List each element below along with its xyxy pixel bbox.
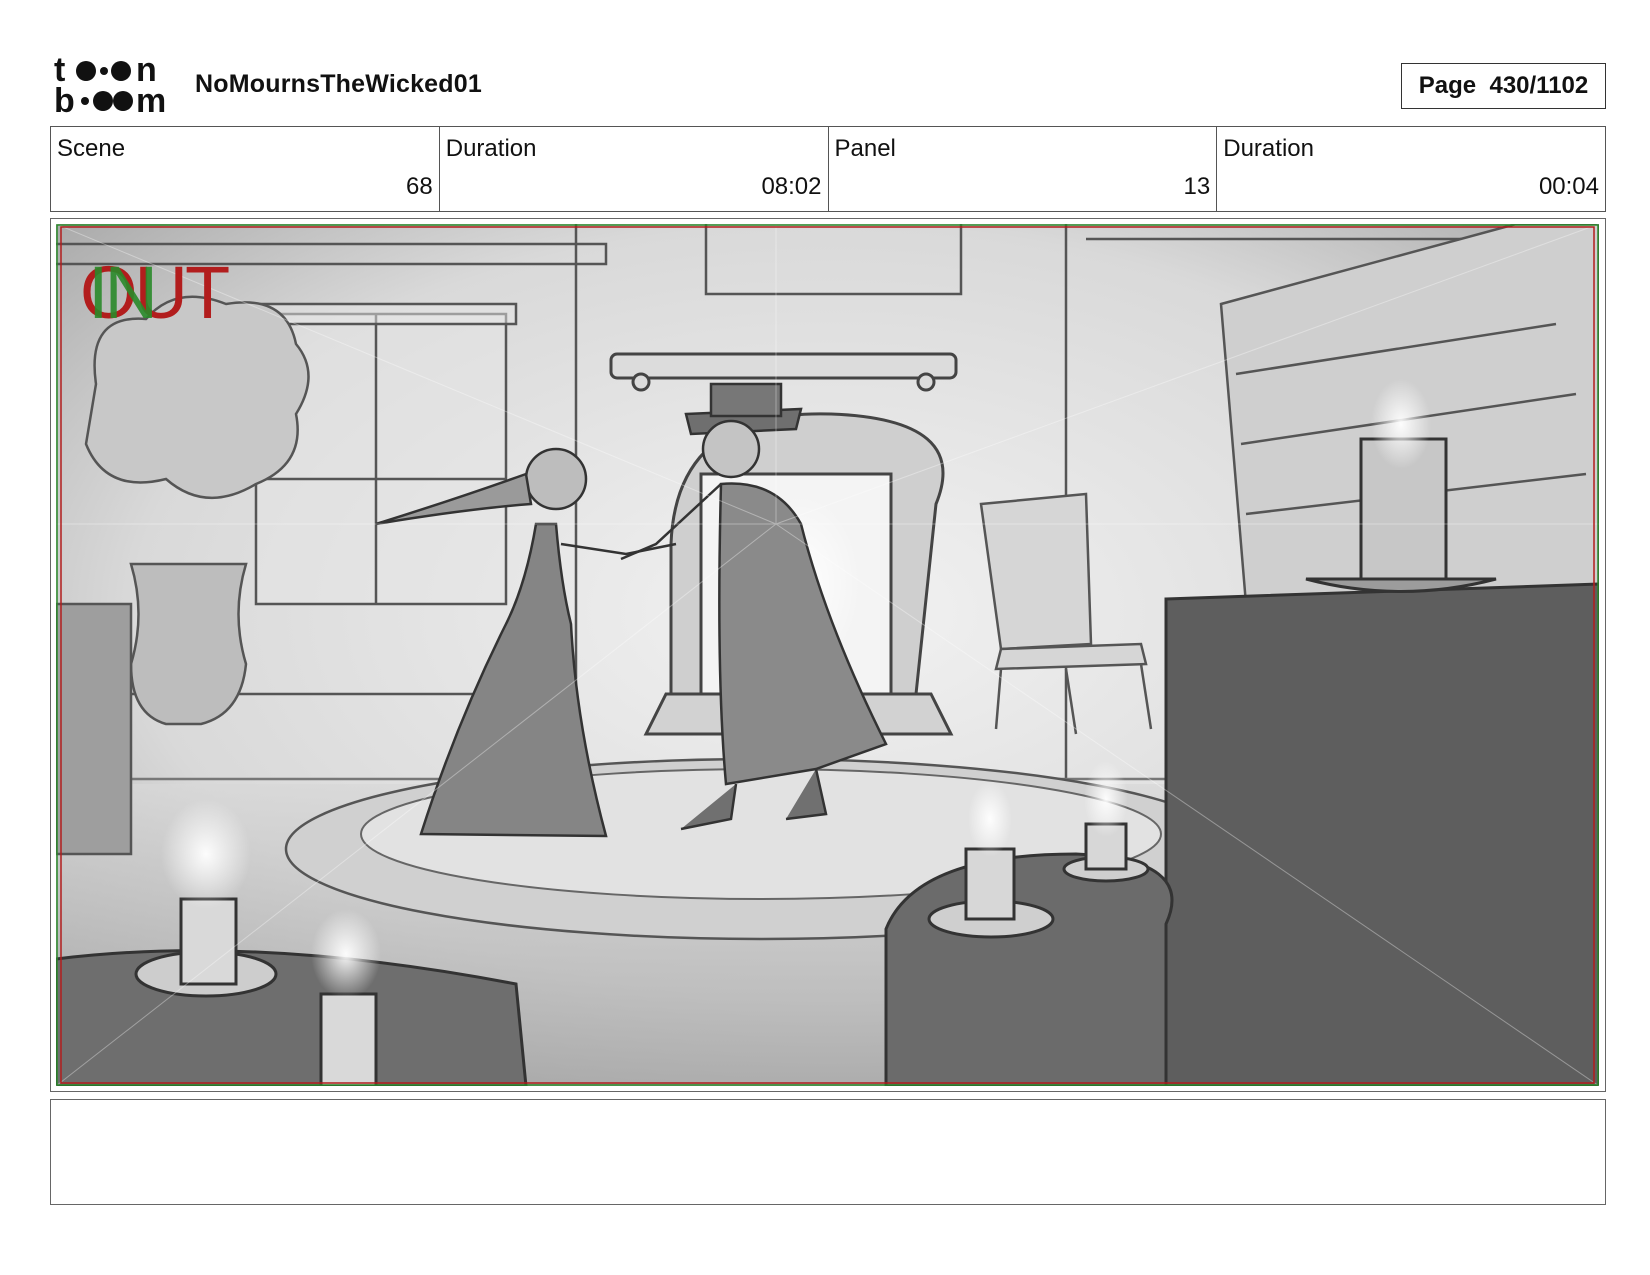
panel-cell: Panel 13 [829,127,1218,211]
notes-box[interactable] [50,1099,1606,1205]
scene-label: Scene [57,135,126,162]
page-label: Page [1418,72,1477,99]
panel-label: Panel [834,135,896,162]
in-out-marker: OUT IN [80,250,230,335]
panel-drawing [56,224,1599,1086]
panel-value: 13 [1183,173,1211,200]
in-marker: IN [88,251,154,334]
panel-duration-cell: Duration 00:04 [1217,127,1605,211]
scene-duration-value: 08:02 [761,173,822,200]
storyboard-panel [50,218,1606,1092]
page-indicator: Page 430/1102 [1401,63,1606,109]
info-table: Scene 68 Duration 08:02 Panel 13 Duratio… [50,126,1606,212]
scene-value: 68 [406,173,433,200]
panel-duration-label: Duration [1223,135,1314,162]
project-title: NoMournsTheWicked01 [195,70,482,98]
page-value: 430/1102 [1489,72,1589,99]
scene-duration-label: Duration [445,135,537,162]
toon-boom-logo: t n b m [54,54,167,116]
scene-duration-cell: Duration 08:02 [440,127,829,211]
svg-text:m: m [136,82,165,116]
svg-text:b: b [54,82,75,116]
scene-cell: Scene 68 [51,127,440,211]
panel-duration-value: 00:04 [1538,173,1599,200]
